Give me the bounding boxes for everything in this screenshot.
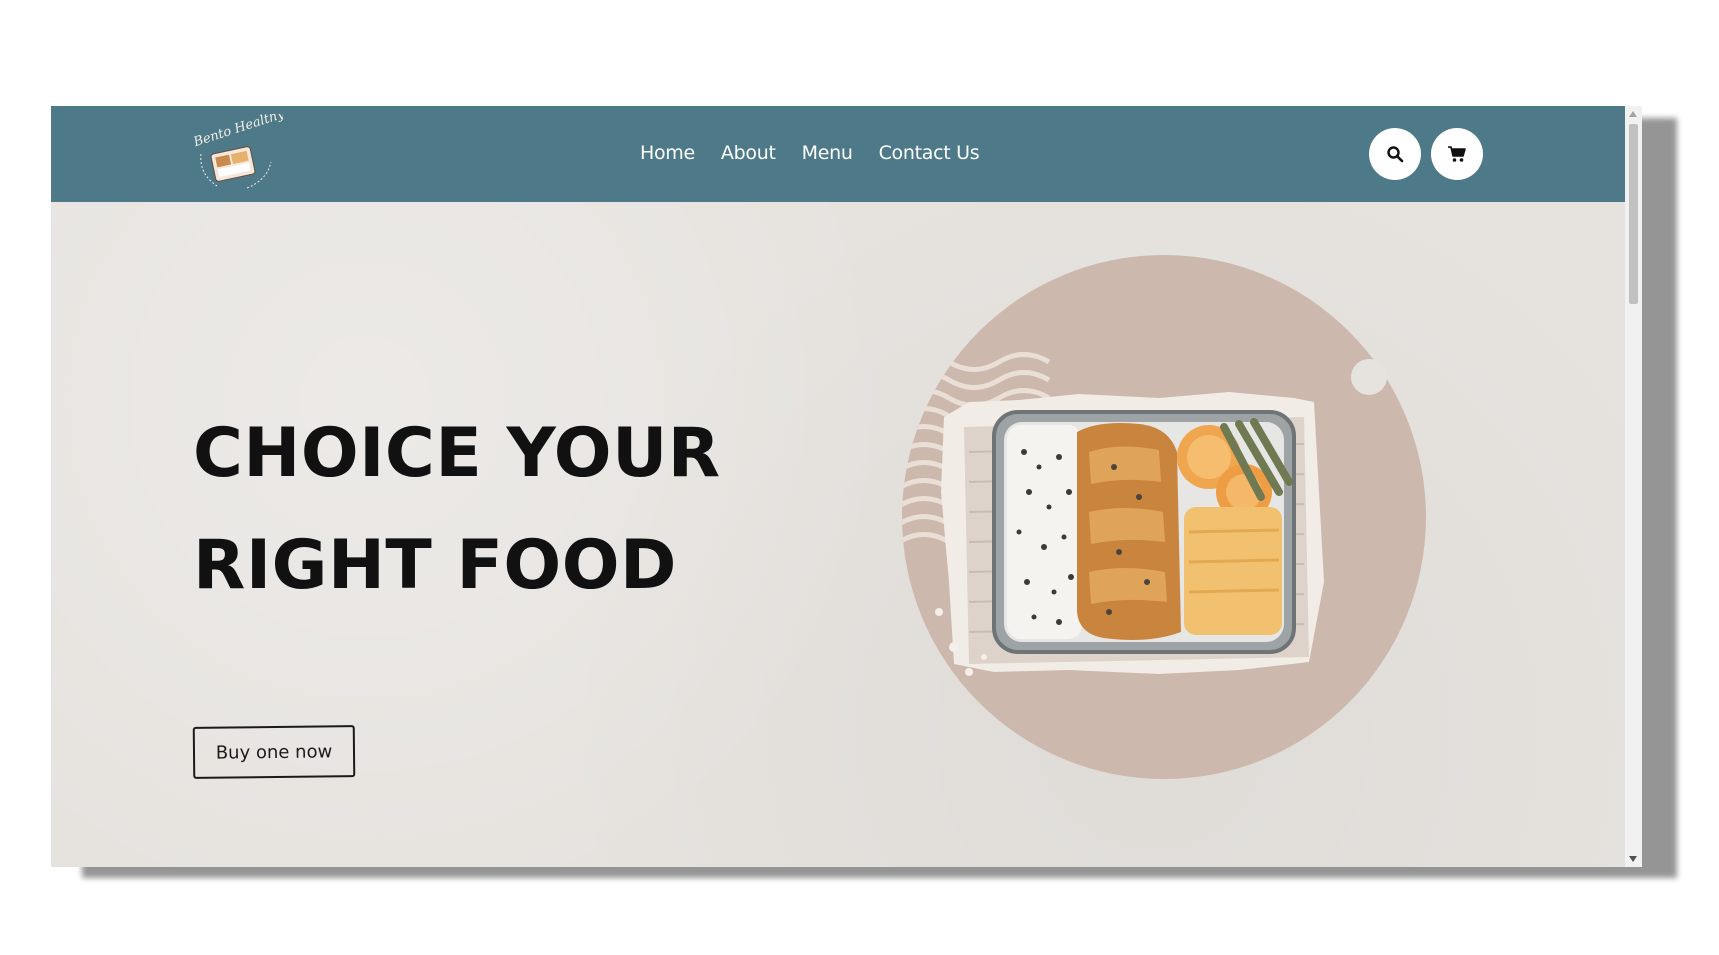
nav-menu[interactable]: Menu — [802, 142, 853, 164]
nav-home[interactable]: Home — [640, 142, 695, 164]
nav-about[interactable]: About — [721, 142, 776, 164]
search-icon — [1387, 146, 1404, 163]
cart-icon — [1448, 146, 1466, 162]
headline-line-2: RIGHT FOOD — [193, 526, 677, 605]
scroll-down-icon[interactable] — [1629, 856, 1637, 862]
headline-line-1: CHOICE YOUR — [193, 414, 721, 493]
vertical-scrollbar[interactable] — [1625, 106, 1642, 867]
cart-button[interactable] — [1431, 128, 1483, 180]
scroll-thumb[interactable] — [1629, 124, 1638, 304]
search-button[interactable] — [1369, 128, 1421, 180]
hero-headline: CHOICE YOUR RIGHT FOOD — [193, 398, 721, 622]
nav-contact-us[interactable]: Contact Us — [879, 142, 980, 164]
bento-healthy-logo[interactable]: Bento Healthy — [187, 114, 283, 194]
navbar: Bento Healthy Home About Menu Contact Us — [51, 106, 1625, 202]
hero-section: CHOICE YOUR RIGHT FOOD Buy one now — [51, 202, 1625, 867]
browser-window: Bento Healthy Home About Menu Contact Us — [51, 106, 1642, 867]
buy-one-now-button[interactable]: Buy one now — [192, 725, 356, 779]
bento-box-food-image — [902, 255, 1426, 779]
svg-text:Bento Healthy: Bento Healthy — [191, 114, 283, 151]
scroll-up-icon[interactable] — [1629, 111, 1637, 117]
main-nav: Home About Menu Contact Us — [640, 142, 980, 164]
